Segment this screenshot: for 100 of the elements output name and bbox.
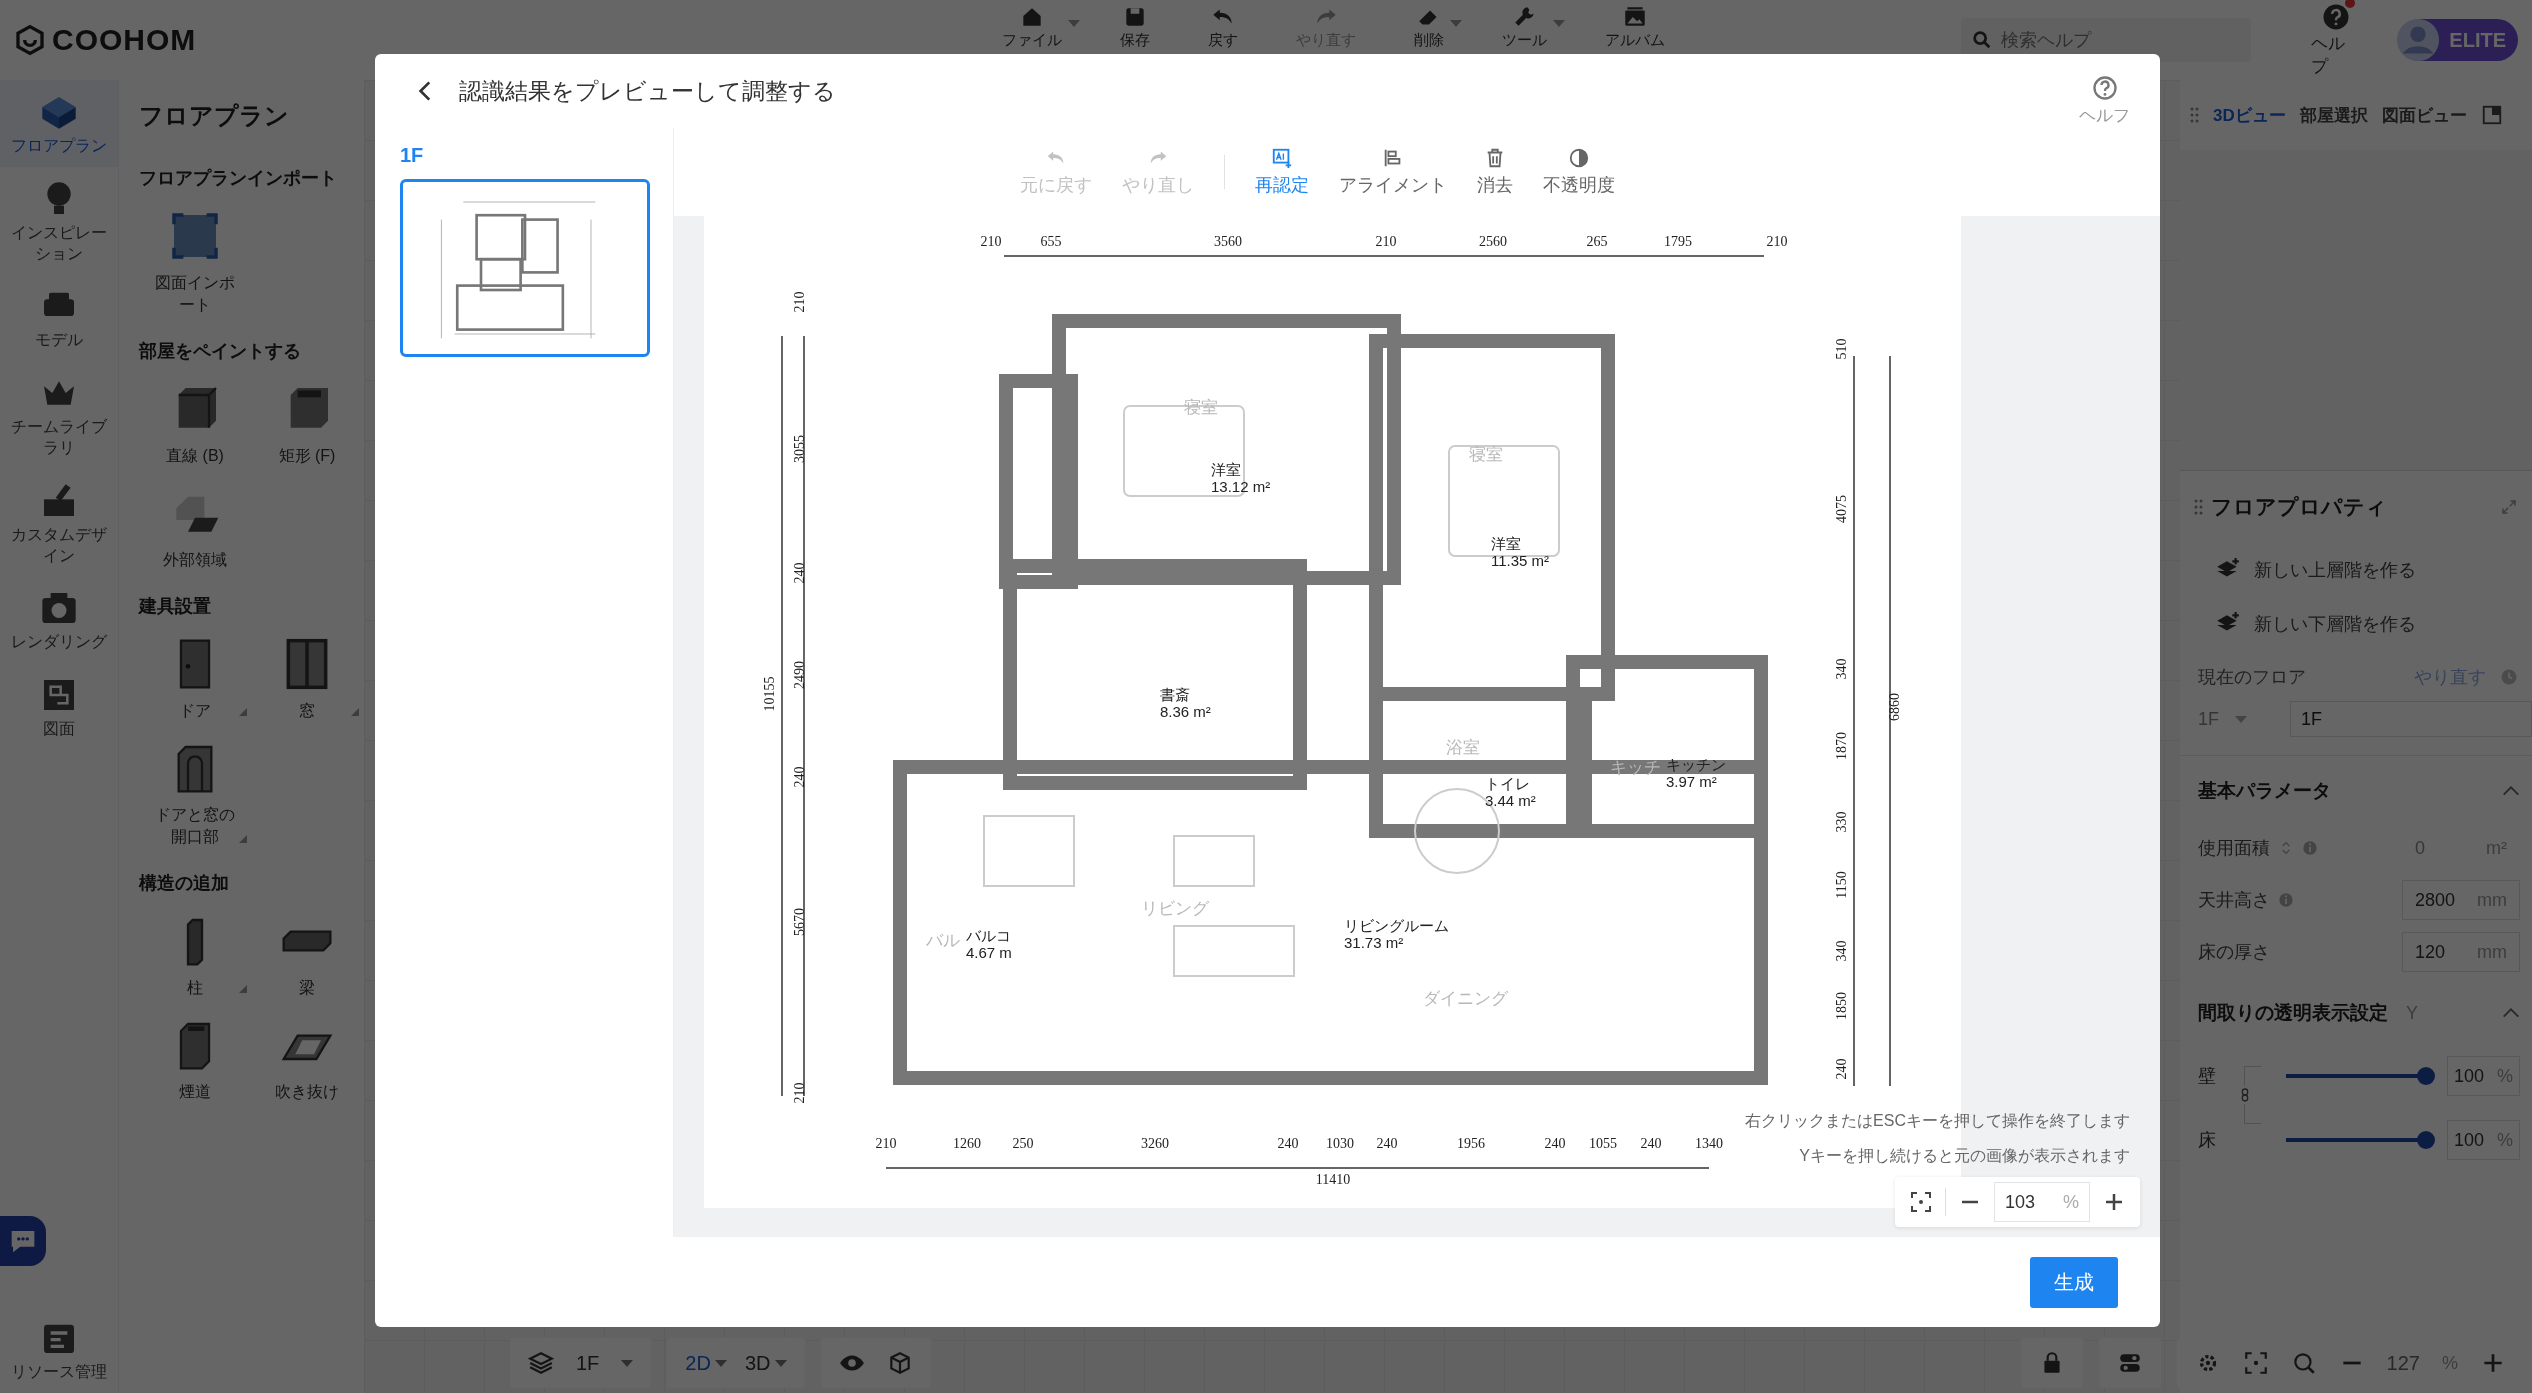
- rail-item[interactable]: レンダリング: [0, 576, 118, 664]
- dimension-label: 240: [1640, 1136, 1662, 1152]
- expand-icon[interactable]: [2500, 498, 2518, 516]
- section-title: フロアプランインポート: [139, 167, 338, 190]
- rail-item[interactable]: 図面: [0, 663, 118, 750]
- tool-button[interactable]: 吹き抜け: [251, 1017, 363, 1104]
- dimension-label: 1055: [1589, 1136, 1617, 1152]
- tool-button[interactable]: ドア: [139, 635, 251, 722]
- tool-button[interactable]: 矩形 (F): [251, 380, 363, 468]
- view-mode-tab[interactable]: 2D: [685, 1351, 727, 1375]
- layers-icon: [528, 1350, 554, 1376]
- dimension-label: 210: [1766, 234, 1788, 250]
- room-label: リビングルーム 31.73 m²: [1344, 918, 1449, 951]
- generate-button[interactable]: 生成: [2030, 1256, 2118, 1308]
- room-name-label: バル: [926, 930, 960, 952]
- drag-handle-icon: [2194, 499, 2203, 515]
- chat-button[interactable]: [0, 1216, 46, 1267]
- more-corner-icon: [239, 707, 247, 716]
- hint-text: Yキーを押し続けると元の画像が表示されます: [1799, 1146, 2130, 1166]
- room-name-label: 寝室: [1469, 444, 1503, 466]
- toolbar-button[interactable]: 再認定: [1254, 147, 1309, 197]
- dimension-label: 3260: [1141, 1136, 1169, 1152]
- caret-icon: [1553, 20, 1566, 27]
- room-name-label: 浴室: [1446, 737, 1480, 759]
- dimension-label: 2490: [792, 661, 808, 689]
- dimension-label: 2560: [1479, 234, 1507, 250]
- account-badge[interactable]: ELITE: [2399, 19, 2518, 61]
- dimension-label: 1030: [1326, 1136, 1354, 1152]
- dimension-label: 240: [1834, 1058, 1850, 1080]
- room-label: バルコ 4.67 m: [966, 928, 1012, 961]
- tool-button[interactable]: 外部領域: [139, 485, 251, 572]
- rail-item[interactable]: フロアプラン: [0, 80, 118, 167]
- field-label: 使用面積: [2198, 837, 2270, 860]
- tool-button[interactable]: ドアと窓の開口部: [139, 739, 251, 849]
- section-title: 建具設置: [139, 594, 212, 618]
- rail-item[interactable]: モデル: [0, 274, 118, 362]
- tool-button[interactable]: 図面インポート: [139, 208, 251, 317]
- panel-title: フロアプロパティ: [2211, 494, 2388, 520]
- add-floor-button[interactable]: 新しい下層階を作る: [2180, 597, 2532, 651]
- add-floor-button[interactable]: 新しい上層階を作る: [2180, 543, 2532, 597]
- dimension-label: 1850: [1834, 992, 1850, 1020]
- tool-button[interactable]: 煙道: [139, 1017, 251, 1104]
- avatar-icon: [2395, 17, 2442, 63]
- view-tab[interactable]: 3Dビュー: [2213, 103, 2286, 127]
- dimension-label: 240: [1277, 1136, 1299, 1152]
- field-label: 床の厚さ: [2198, 941, 2270, 964]
- fit-view-icon[interactable]: [1909, 1190, 1933, 1214]
- field-label: 壁: [2198, 1065, 2217, 1088]
- toolbar-button[interactable]: ファイル: [1002, 4, 1081, 49]
- app-logo: COOHOM: [52, 23, 197, 57]
- room-name-label: キッチ: [1610, 757, 1661, 779]
- view-tab[interactable]: 部屋選択: [2299, 103, 2368, 127]
- dimension-label: 655: [1040, 234, 1062, 250]
- view-tab[interactable]: 図面ビュー: [2381, 103, 2467, 127]
- number-field[interactable]: 100 %: [2446, 1056, 2520, 1096]
- zoom-field[interactable]: 103 %: [1994, 1182, 2090, 1222]
- slider-thumb[interactable]: [2417, 1131, 2436, 1149]
- caret-icon: [621, 1359, 634, 1367]
- info-icon[interactable]: [2302, 840, 2318, 856]
- toolbar-button[interactable]: 不透明度: [1542, 147, 1615, 197]
- number-field[interactable]: 100 %: [2446, 1120, 2520, 1160]
- info-icon[interactable]: [2278, 892, 2294, 908]
- field-label: 天井高さ: [2198, 889, 2270, 912]
- dimension-label: 10155: [762, 676, 778, 712]
- clock-icon: [2500, 668, 2518, 686]
- floor-thumbnail[interactable]: [400, 179, 650, 357]
- section-title: 基本パラメータ: [2198, 779, 2331, 803]
- tool-button[interactable]: 柱: [139, 912, 251, 1000]
- zoom-value: 127: [2386, 1351, 2420, 1375]
- toolbar-button[interactable]: 消去: [1476, 147, 1513, 197]
- help-button[interactable]: ヘルフ: [2079, 73, 2130, 127]
- room-label: 洋室 13.12 m²: [1211, 462, 1271, 495]
- tool-button[interactable]: 梁: [251, 912, 363, 1000]
- floor-switcher[interactable]: 1F: [510, 1338, 652, 1388]
- toolbar-button[interactable]: アライメント: [1338, 147, 1447, 197]
- rail-item[interactable]: カスタムデザイン: [0, 468, 118, 577]
- toolbar-button[interactable]: 保存: [1120, 4, 1169, 49]
- panel-icon[interactable]: [2480, 104, 2503, 126]
- toolbar-button[interactable]: 削除: [1414, 4, 1463, 49]
- slider-thumb[interactable]: [2417, 1067, 2436, 1085]
- zoom-unit: %: [2442, 1352, 2458, 1374]
- rail-item[interactable]: リソース管理: [0, 1306, 118, 1393]
- tool-button[interactable]: 直線 (B): [139, 380, 251, 468]
- more-corner-icon: [239, 834, 247, 843]
- floor-name-field[interactable]: 1F: [2290, 701, 2532, 737]
- dimension-label: 240: [1376, 1136, 1398, 1152]
- dimension-label: 510: [1834, 338, 1850, 360]
- toolbar-button[interactable]: 戻す: [1208, 4, 1257, 49]
- rail-item[interactable]: チームライブラリ: [0, 361, 118, 469]
- dimension-label: 340: [1834, 658, 1850, 680]
- logo-icon: [14, 24, 46, 56]
- dimension-label: 3055: [792, 435, 808, 463]
- toolbar-button[interactable]: ツール: [1502, 4, 1566, 49]
- help-button[interactable]: ヘルプ: [2310, 2, 2362, 78]
- view-mode-tab[interactable]: 3D: [744, 1351, 787, 1375]
- caret-icon: [1450, 20, 1463, 27]
- dimension-label: 210: [792, 291, 808, 313]
- toolbar-button[interactable]: アルバム: [1605, 4, 1684, 49]
- dimension-label: 240: [792, 766, 808, 788]
- dimension-label: 330: [1834, 811, 1850, 833]
